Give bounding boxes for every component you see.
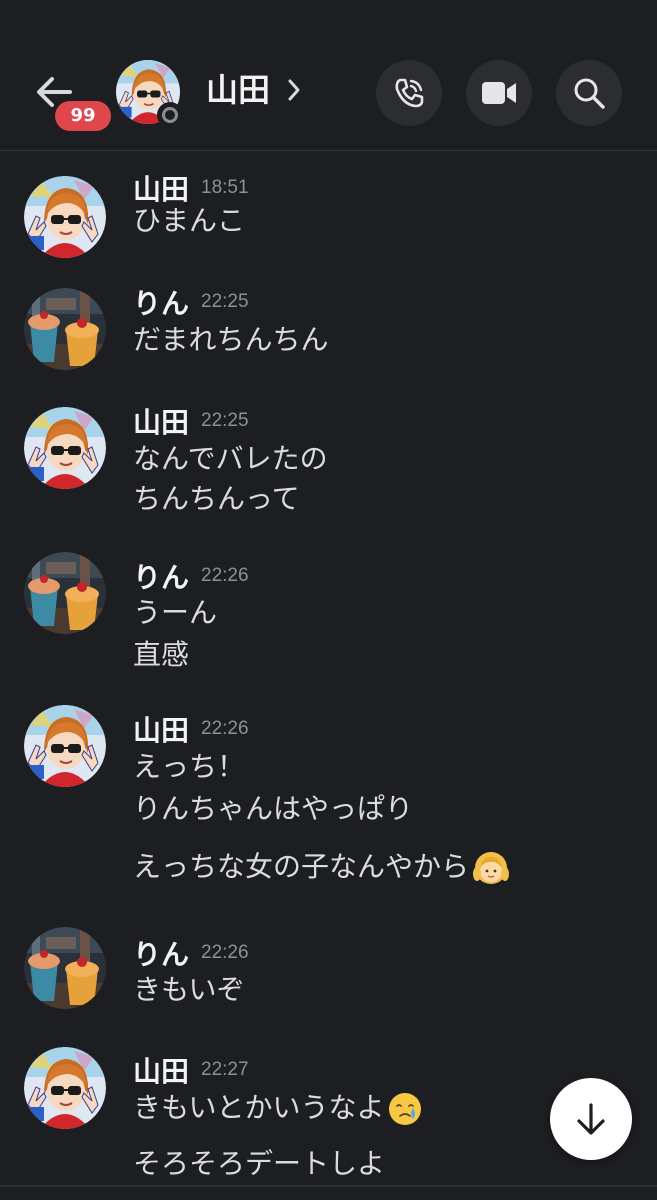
message-text: うーん	[133, 596, 218, 629]
chevron-right-icon[interactable]	[286, 78, 302, 102]
message-author[interactable]: りん	[133, 287, 189, 320]
message-header: りん 22:26	[133, 556, 249, 596]
message-author[interactable]: 山田	[133, 406, 189, 439]
girl-emoji	[473, 852, 510, 884]
chat-screen: 99 山田 山田 18:51 ひまんこ りん 22:25 だまれちんちん 山田 …	[0, 0, 657, 1200]
message-text-line: きもいとかいうなよ	[133, 1088, 424, 1128]
message-list[interactable]: 山田 18:51 ひまんこ りん 22:25 だまれちんちん 山田 22:25 なんで…	[0, 151, 657, 1200]
message-timestamp: 22:26	[201, 718, 249, 739]
message-text: だまれちんちん	[133, 323, 329, 356]
message-timestamp: 22:26	[201, 942, 249, 963]
chat-header: 99 山田	[0, 0, 657, 151]
message-text: えっちな女の子なんやから	[133, 850, 470, 883]
message-text: ちんちんって	[133, 482, 300, 515]
message-author[interactable]: 山田	[133, 714, 189, 747]
unread-badge: 99	[55, 101, 111, 131]
message-header: りん 22:26	[133, 933, 249, 973]
voice-call-button[interactable]	[376, 60, 442, 126]
message-timestamp: 22:26	[201, 565, 249, 586]
search-button[interactable]	[556, 60, 622, 126]
message-text: 直感	[133, 638, 190, 671]
search-icon	[574, 78, 605, 109]
message-timestamp: 22:27	[201, 1059, 249, 1080]
message-author[interactable]: りん	[133, 938, 189, 971]
message-text: きもいとかいうなよ	[133, 1091, 385, 1124]
video-camera-icon	[482, 82, 516, 104]
arrow-down-icon	[577, 1103, 605, 1135]
phone-icon	[395, 78, 424, 108]
message-text: きもいぞ	[133, 973, 245, 1006]
yamada-avatar[interactable]	[24, 705, 106, 787]
contact-name[interactable]: 山田	[206, 68, 270, 112]
message-timestamp: 18:51	[201, 177, 249, 198]
message-text-line: えっちな女の子なんやから	[133, 847, 511, 888]
message-author[interactable]: 山田	[133, 1055, 189, 1088]
rin-avatar[interactable]	[24, 288, 106, 370]
rin-avatar[interactable]	[24, 927, 106, 1009]
message-timestamp: 22:25	[201, 291, 249, 312]
message-text: そろそろデートしよ	[133, 1147, 386, 1180]
message-header: りん 22:25	[133, 282, 249, 322]
message-text: りんちゃんはやっぱり	[133, 792, 414, 825]
message-header: 山田 22:25	[133, 401, 249, 441]
message-author[interactable]: りん	[133, 561, 189, 594]
message-text: えっち！	[133, 750, 246, 783]
offline-status-icon	[157, 102, 183, 128]
scroll-to-bottom-button[interactable]	[550, 1078, 632, 1160]
message-header: 山田 22:26	[133, 709, 249, 749]
composer-divider	[0, 1185, 657, 1187]
message-text: ひまんこ	[133, 204, 246, 237]
rin-avatar[interactable]	[24, 552, 106, 634]
yamada-avatar[interactable]	[24, 407, 106, 489]
yamada-avatar[interactable]	[24, 1047, 106, 1129]
message-header: 山田 22:27	[133, 1050, 249, 1090]
message-timestamp: 22:25	[201, 410, 249, 431]
message-text: なんでバレたの	[133, 442, 328, 475]
crying-face-emoji	[389, 1093, 422, 1125]
video-call-button[interactable]	[466, 60, 532, 126]
yamada-avatar[interactable]	[24, 176, 106, 258]
